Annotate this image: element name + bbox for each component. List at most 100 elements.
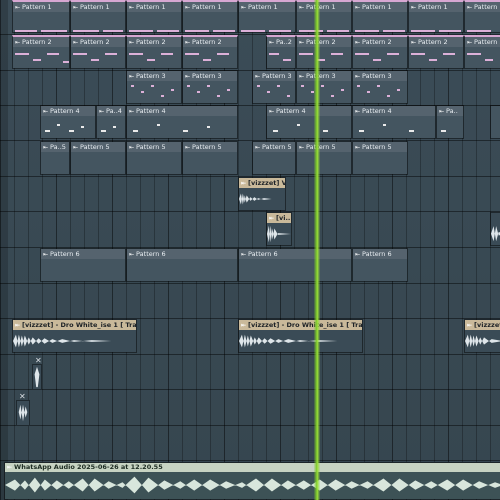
audio-clip[interactable]: ⇤[vizzzet] - Dro White_ise 1 [ Transitio…: [12, 319, 137, 353]
track-divider: [0, 460, 500, 461]
clip-label: Pa..2: [276, 38, 292, 46]
audio-clip[interactable]: ⇤[vizzzet] Vox ]: [238, 177, 286, 211]
clip-label: Pattern 5: [192, 143, 222, 151]
pattern-clip[interactable]: ⇤ Pattern 5: [182, 141, 238, 175]
pattern-clip[interactable]: ⇤ Pattern 3: [182, 70, 238, 104]
clip-label: Pattern 3: [362, 72, 392, 80]
clip-label: Pattern 6: [50, 250, 80, 258]
clip-label: Pattern 3: [262, 72, 292, 80]
track-divider: [0, 283, 500, 284]
track-divider: [0, 354, 500, 355]
pattern-clip[interactable]: ⇤Pattern 1: [70, 0, 126, 33]
clip-label: Pattern 1: [248, 3, 278, 11]
track-divider: [0, 211, 500, 212]
clip-label: Pa..4: [106, 107, 122, 115]
clip-label: Pattern 3: [306, 72, 336, 80]
pattern-clip[interactable]: ⇤Pattern 1: [296, 0, 352, 33]
pattern-clip[interactable]: ⇤Pattern 1: [464, 0, 500, 33]
pattern-clip[interactable]: ⇤Pattern 1: [238, 0, 296, 33]
pattern-clip[interactable]: ⇤Pattern 2: [464, 35, 500, 69]
pattern-clip[interactable]: ⇤Pattern 1: [408, 0, 464, 33]
pattern-clip[interactable]: ⇤ Pattern 4: [352, 105, 436, 139]
clip-label: Pattern 1: [418, 3, 448, 11]
clip-label: WhatsApp Audio 2025-06-26 at 12.20.55: [14, 463, 163, 471]
clip-label: [vizzzet] Vox ]: [248, 179, 286, 187]
pattern-clip[interactable]: ⇤Pattern 1: [12, 0, 70, 33]
pattern-clip[interactable]: ⇤ Pattern 3: [126, 70, 182, 104]
clip-label: Pattern 2: [362, 38, 392, 46]
clip-label: Pattern 1: [474, 3, 500, 11]
clip-label: Pattern 1: [22, 3, 52, 11]
pattern-clip[interactable]: ⇤ Pa..5: [40, 141, 70, 175]
pattern-clip[interactable]: ⇤Pattern 1: [126, 0, 182, 33]
audio-clip[interactable]: ⇤ [vi..: [266, 212, 292, 246]
pattern-clip[interactable]: ⇤ Pa..: [436, 105, 464, 139]
pattern-clip[interactable]: ⇤Pattern 2: [12, 35, 70, 69]
track-divider: [0, 70, 500, 71]
pattern-clip[interactable]: ⇤Pattern 2: [296, 35, 352, 69]
audio-clip[interactable]: [16, 400, 30, 426]
clip-label: Pa..5: [50, 143, 66, 151]
clip-label: [vi..: [276, 214, 291, 222]
clip-label: Pattern 2: [474, 38, 500, 46]
clip-label: Pattern 6: [248, 250, 278, 258]
clip-label: Pattern 5: [136, 143, 166, 151]
pattern-clip[interactable]: ⇤ Pa..2: [266, 35, 296, 69]
pattern-clip[interactable]: ⇤ Pa..4: [96, 105, 126, 139]
audio-clip[interactable]: ⇤ WhatsApp Audio 2025-06-26 at 12.20.55: [4, 462, 500, 500]
pattern-clip[interactable]: ⇤ Pattern 6: [126, 248, 238, 282]
clip-label: Pattern 3: [136, 72, 166, 80]
clip-label: Pattern 1: [80, 3, 110, 11]
clip-label: [vizzzet] - Dro White_ise 1 [ Transition…: [248, 321, 363, 329]
waveform: [267, 225, 291, 243]
clip-label: Pattern 2: [80, 38, 110, 46]
pattern-clip[interactable]: ⇤Pattern 1: [352, 0, 408, 33]
pattern-clip[interactable]: ⇤ Pattern 5: [252, 141, 296, 175]
clip-label: Pattern 2: [22, 38, 52, 46]
clip-label: Pattern 4: [50, 107, 80, 115]
pattern-clip[interactable]: ⇤ Pattern 4: [266, 105, 352, 139]
audio-clip[interactable]: [490, 212, 500, 246]
pattern-clip[interactable]: ⇤Pattern 2: [352, 35, 408, 69]
clip-label: Pattern 4: [362, 107, 392, 115]
pattern-clip[interactable]: ⇤ Pattern 3: [296, 70, 352, 104]
clip-label: Pa..: [446, 107, 458, 115]
audio-clip[interactable]: ⇤[vizzzet] - Dro White_ise 1 [ Transitio…: [464, 319, 500, 353]
playhead[interactable]: [314, 0, 320, 500]
pattern-clip[interactable]: ⇤Pattern 2: [182, 35, 238, 69]
clip-label: Pattern 2: [192, 38, 222, 46]
pattern-clip[interactable]: ⇤ Pattern 5: [296, 141, 352, 175]
pattern-clip[interactable]: ⇤ Pattern 3: [252, 70, 296, 104]
pattern-clip[interactable]: ⇤ Pattern 3: [352, 70, 408, 104]
playlist-area[interactable]: ⇤ Pattern 1 ⇤ Pattern 1 ⇤ Pattern 1 ⇤ Patter…: [0, 0, 500, 500]
clip-label: Pattern 2: [136, 38, 166, 46]
waveform: [13, 334, 136, 348]
track-divider: [0, 389, 500, 390]
waveform: [5, 476, 500, 494]
pattern-clip[interactable]: ⇤Pattern 2: [70, 35, 126, 69]
clip-label: [vizzzet] - Dro White_ise 1 [ Transition…: [474, 321, 500, 329]
pattern-clip[interactable]: ⇤Pattern 1: [182, 0, 238, 33]
clip-label: [vizzzet] - Dro White_ise 1 [ Transition…: [22, 321, 137, 329]
clip-label: Pattern 5: [306, 143, 336, 151]
waveform: [239, 193, 285, 205]
clip-label: Pattern 1: [136, 3, 166, 11]
pattern-clip[interactable]: [490, 105, 500, 139]
pattern-clip[interactable]: ⇤Pattern 2: [126, 35, 182, 69]
pattern-clip[interactable]: ⇤ Pattern 5: [126, 141, 182, 175]
clip-label: Pattern 1: [192, 3, 222, 11]
clip-label: Pattern 2: [306, 38, 336, 46]
pattern-clip[interactable]: ⇤ Pattern 4: [40, 105, 96, 139]
clip-label: Pattern 5: [80, 143, 110, 151]
pattern-clip[interactable]: ⇤ Pattern 4: [126, 105, 238, 139]
pattern-clip[interactable]: ⇤ Pattern 6: [352, 248, 408, 282]
pattern-clip[interactable]: ⇤ Pattern 5: [352, 141, 408, 175]
pattern-clip[interactable]: ⇤ Pattern 5: [70, 141, 126, 175]
pattern-clip[interactable]: ⇤ Pattern 6: [238, 248, 352, 282]
pattern-clip[interactable]: ⇤Pattern 2: [408, 35, 464, 69]
audio-clip[interactable]: ⇤[vizzzet] - Dro White_ise 1 [ Transitio…: [238, 319, 363, 353]
clip-label: Pattern 6: [362, 250, 392, 258]
pattern-clip[interactable]: ⇤ Pattern 6: [40, 248, 126, 282]
audio-clip[interactable]: [32, 364, 42, 390]
clip-label: Pattern 4: [136, 107, 166, 115]
